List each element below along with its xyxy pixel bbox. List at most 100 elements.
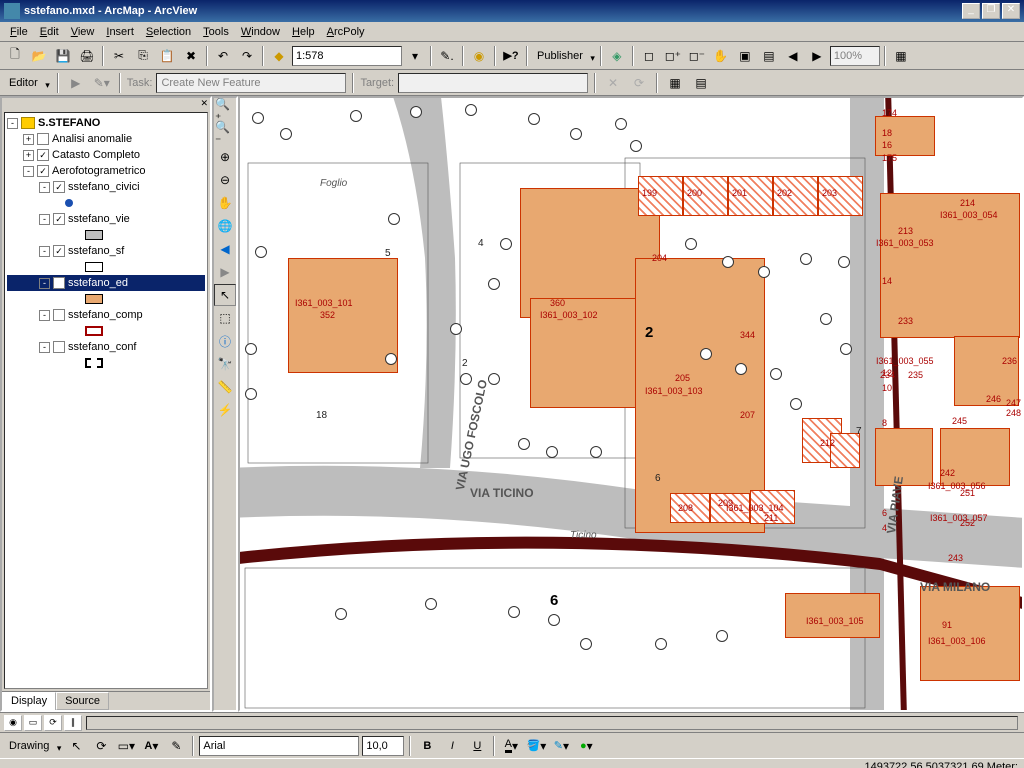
layer-sstefano_sf[interactable]: -✓sstefano_sf (7, 243, 205, 259)
data-view-tab[interactable]: ◉ (4, 715, 22, 731)
fill-color-icon[interactable]: 🪣▾ (525, 735, 547, 757)
new-doc-icon[interactable]: 🗋 (4, 45, 26, 67)
cut-icon[interactable]: ✂ (108, 45, 130, 67)
new-text-icon[interactable]: A▾ (140, 735, 162, 757)
font-size-combo[interactable]: 10,0 (362, 736, 404, 756)
select-elements-icon[interactable]: ⬚ (214, 307, 236, 329)
menu-view[interactable]: View (65, 24, 101, 40)
menu-window[interactable]: Window (235, 24, 286, 40)
attributes-icon[interactable]: ▦ (664, 72, 686, 94)
tab-source[interactable]: Source (56, 692, 109, 710)
full-extent-icon[interactable]: 🌐 (214, 215, 236, 237)
drawing-menu[interactable]: Drawing (4, 735, 62, 757)
add-data-icon[interactable]: ◆ (268, 45, 290, 67)
select-features-icon[interactable]: ↖ (214, 284, 236, 306)
toc-tree[interactable]: -S.STEFANO+Analisi anomalie+✓Catasto Com… (4, 112, 208, 689)
copy-icon[interactable]: ⎘ (132, 45, 154, 67)
edit-vertices-icon[interactable]: ✎ (165, 735, 187, 757)
rotate-element-icon[interactable]: ⟳ (90, 735, 112, 757)
font-color-icon[interactable]: A▾ (500, 735, 522, 757)
paste-icon[interactable]: 📋 (156, 45, 178, 67)
measure-icon[interactable]: 📏 (214, 376, 236, 398)
task-combo[interactable]: Create New Feature (156, 73, 346, 93)
maximize-button[interactable]: ❐ (982, 3, 1000, 19)
whatsthis-icon[interactable]: ▶? (500, 45, 522, 67)
parcel-label: 242 (940, 468, 955, 478)
editor-tool-icon[interactable]: ✎. (436, 45, 458, 67)
marker-color-icon[interactable]: ●▾ (575, 735, 597, 757)
minimize-button[interactable]: _ (962, 3, 980, 19)
layout-pan-icon[interactable]: ✋ (710, 45, 732, 67)
hscrollbar[interactable] (86, 716, 1018, 730)
pan-icon[interactable]: ✋ (214, 192, 236, 214)
layout-full-icon[interactable]: ▣ (734, 45, 756, 67)
rotate-icon[interactable]: ⟳ (628, 72, 650, 94)
line-color-icon[interactable]: ✎▾ (550, 735, 572, 757)
menu-tools[interactable]: Tools (197, 24, 235, 40)
layer-Aerofotogrametrico[interactable]: -✓Aerofotogrametrico (7, 163, 205, 179)
toc-root[interactable]: -S.STEFANO (7, 115, 205, 131)
pause-drawing-icon[interactable]: ∥ (64, 715, 82, 731)
layout-zoom-in-icon[interactable]: ◻⁺ (662, 45, 684, 67)
layer-Analisi anomalie[interactable]: +Analisi anomalie (7, 131, 205, 147)
menu-selection[interactable]: Selection (140, 24, 197, 40)
sketch-tool-icon[interactable]: ✎▾ (91, 72, 113, 94)
open-icon[interactable]: 📂 (28, 45, 50, 67)
menu-help[interactable]: Help (286, 24, 321, 40)
zoom-pct-combo[interactable]: 100% (830, 46, 880, 66)
sketch-props-icon[interactable]: ✕ (602, 72, 624, 94)
new-rect-icon[interactable]: ▭▾ (115, 735, 137, 757)
identify-icon[interactable]: ⓘ (214, 330, 236, 352)
sketch-props2-icon[interactable]: ▤ (690, 72, 712, 94)
menu-insert[interactable]: Insert (100, 24, 140, 40)
bold-icon[interactable]: B (416, 735, 438, 757)
fixed-zoom-in-icon[interactable]: ⊕ (214, 146, 236, 168)
editor-menu[interactable]: Editor (4, 72, 51, 94)
layer-sstefano_comp[interactable]: -sstefano_comp (7, 307, 205, 323)
hyperlink-icon[interactable]: ⚡ (214, 399, 236, 421)
next-extent-icon[interactable]: ▶ (214, 261, 236, 283)
data-frame-icon[interactable]: ◻ (638, 45, 660, 67)
zoom-in-icon[interactable]: 🔍⁺ (214, 100, 236, 122)
fixed-zoom-out-icon[interactable]: ⊖ (214, 169, 236, 191)
layout-fwd-icon[interactable]: ▶ (806, 45, 828, 67)
redo-icon[interactable]: ↷ (236, 45, 258, 67)
print-icon[interactable]: 🖨 (76, 45, 98, 67)
font-combo[interactable]: Arial (199, 736, 359, 756)
refresh-view-icon[interactable]: ⟳ (44, 715, 62, 731)
prev-extent-icon[interactable]: ◀ (214, 238, 236, 260)
toggle-draft-icon[interactable]: ▦ (890, 45, 912, 67)
publish-icon[interactable]: ◈ (606, 45, 628, 67)
undo-icon[interactable]: ↶ (212, 45, 234, 67)
toc-close-icon[interactable]: ✕ (200, 98, 208, 110)
select-element-icon[interactable]: ↖ (65, 735, 87, 757)
layer-Catasto Completo[interactable]: +✓Catasto Completo (7, 147, 205, 163)
tree-symbol (450, 323, 462, 335)
close-button[interactable]: ✕ (1002, 3, 1020, 19)
layout-view-tab[interactable]: ▭ (24, 715, 42, 731)
menu-edit[interactable]: Edit (34, 24, 65, 40)
menu-arcpoly[interactable]: ArcPoly (321, 24, 371, 40)
layout-100-icon[interactable]: ▤ (758, 45, 780, 67)
publisher-menu[interactable]: Publisher (532, 45, 596, 67)
layer-sstefano_ed[interactable]: -✓sstefano_ed (7, 275, 205, 291)
zoom-out-icon[interactable]: 🔍⁻ (214, 123, 236, 145)
layer-sstefano_vie[interactable]: -✓sstefano_vie (7, 211, 205, 227)
edit-tool-icon[interactable]: ▶ (65, 72, 87, 94)
layer-sstefano_conf[interactable]: -sstefano_conf (7, 339, 205, 355)
layer-sstefano_civici[interactable]: -✓sstefano_civici (7, 179, 205, 195)
tab-display[interactable]: Display (2, 692, 56, 710)
delete-icon[interactable]: ✖ (180, 45, 202, 67)
menu-file[interactable]: File (4, 24, 34, 40)
target-combo[interactable] (398, 73, 588, 93)
save-icon[interactable]: 💾 (52, 45, 74, 67)
layout-back-icon[interactable]: ◀ (782, 45, 804, 67)
find-icon[interactable]: 🔭 (214, 353, 236, 375)
scale-combo[interactable]: 1:578 (292, 46, 402, 66)
layout-zoom-out-icon[interactable]: ◻⁻ (686, 45, 708, 67)
map-canvas[interactable]: VIA UGO FOSCOLOVIA TICINOVIA PIAVEVIA MI… (238, 96, 1024, 712)
arccatalog-icon[interactable]: ◉ (468, 45, 490, 67)
italic-icon[interactable]: I (441, 735, 463, 757)
underline-icon[interactable]: U (466, 735, 488, 757)
scale-dd-icon[interactable]: ▾ (404, 45, 426, 67)
